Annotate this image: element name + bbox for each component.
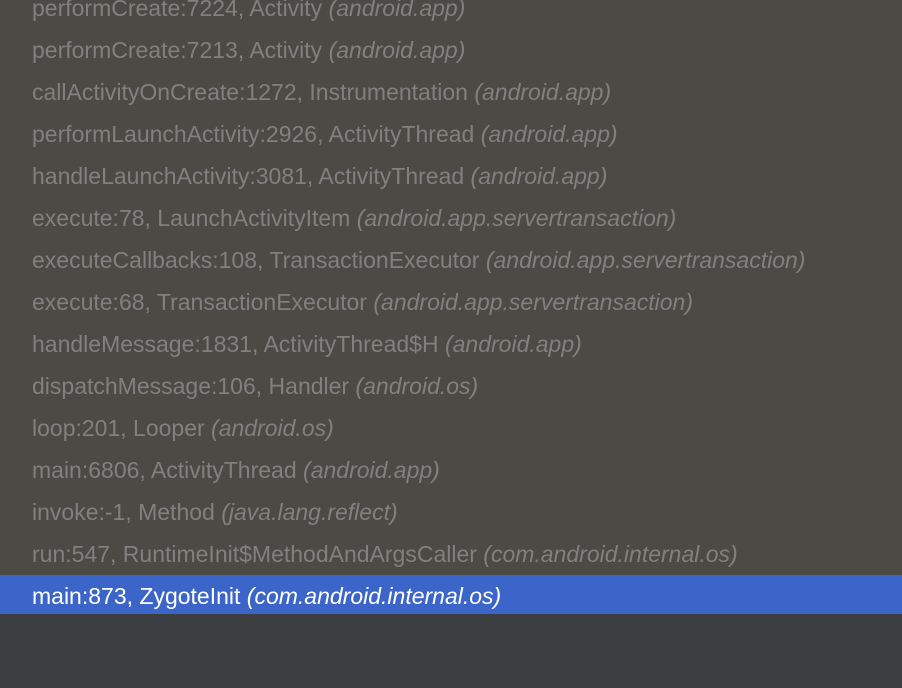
frame-method-label: execute:78, LaunchActivityItem: [32, 205, 351, 231]
stack-frame-row[interactable]: dispatchMessage:106, Handler (android.os…: [0, 365, 902, 407]
stack-frame-row[interactable]: executeCallbacks:108, TransactionExecuto…: [0, 239, 902, 281]
stack-frames-list[interactable]: performCreate:7224, Activity (android.ap…: [0, 0, 902, 617]
frame-package-label: (com.android.internal.os): [246, 583, 502, 609]
frame-method-label: performCreate:7224, Activity: [32, 0, 323, 21]
frame-package-label: (android.app.servertransaction): [373, 289, 693, 315]
frame-method-label: dispatchMessage:106, Handler: [32, 373, 350, 399]
stack-frame-row[interactable]: callActivityOnCreate:1272, Instrumentati…: [0, 71, 902, 113]
stack-frame-row[interactable]: run:547, RuntimeInit$MethodAndArgsCaller…: [0, 533, 902, 575]
frame-package-label: (android.app): [470, 163, 608, 189]
frame-method-label: main:6806, ActivityThread: [32, 457, 297, 483]
frame-method-label: callActivityOnCreate:1272, Instrumentati…: [32, 79, 468, 105]
frame-package-label: (android.app): [328, 37, 466, 63]
stack-frame-row[interactable]: performLaunchActivity:2926, ActivityThre…: [0, 113, 902, 155]
frames-panel: performCreate:7224, Activity (android.ap…: [0, 0, 902, 688]
frame-package-label: (android.app.servertransaction): [356, 205, 677, 231]
frame-package-label: (com.android.internal.os): [483, 541, 738, 567]
frame-package-label: (android.app): [474, 79, 612, 105]
frame-package-label: (android.app): [444, 331, 582, 357]
stack-frame-row[interactable]: execute:68, TransactionExecutor (android…: [0, 281, 902, 323]
stack-frame-row[interactable]: performCreate:7224, Activity (android.ap…: [0, 0, 902, 29]
frames-panel-empty-area: [0, 614, 902, 688]
frame-method-label: performCreate:7213, Activity: [32, 37, 323, 63]
frame-package-label: (java.lang.reflect): [221, 499, 398, 525]
stack-frame-row[interactable]: main:6806, ActivityThread (android.app): [0, 449, 902, 491]
frame-package-label: (android.app): [303, 457, 440, 483]
stack-frame-row[interactable]: handleMessage:1831, ActivityThread$H (an…: [0, 323, 902, 365]
stack-frame-row[interactable]: execute:78, LaunchActivityItem (android.…: [0, 197, 902, 239]
frame-method-label: loop:201, Looper: [32, 415, 205, 441]
frame-method-label: performLaunchActivity:2926, ActivityThre…: [32, 121, 475, 147]
frame-package-label: (android.app.servertransaction): [485, 247, 806, 273]
frame-package-label: (android.app): [480, 121, 618, 147]
stack-frame-row[interactable]: handleLaunchActivity:3081, ActivityThrea…: [0, 155, 902, 197]
stack-frame-row-selected[interactable]: main:873, ZygoteInit (com.android.intern…: [0, 575, 902, 617]
frame-package-label: (android.os): [355, 373, 479, 399]
stack-frame-row[interactable]: invoke:-1, Method (java.lang.reflect): [0, 491, 902, 533]
frame-package-label: (android.app): [328, 0, 466, 21]
stack-frame-row[interactable]: performCreate:7213, Activity (android.ap…: [0, 29, 902, 71]
frame-method-label: run:547, RuntimeInit$MethodAndArgsCaller: [32, 541, 477, 567]
frame-method-label: executeCallbacks:108, TransactionExecuto…: [32, 247, 480, 273]
frame-method-label: main:873, ZygoteInit: [32, 583, 241, 609]
frame-package-label: (android.os): [211, 415, 334, 441]
frame-method-label: invoke:-1, Method: [32, 499, 215, 525]
stack-frame-row[interactable]: loop:201, Looper (android.os): [0, 407, 902, 449]
frame-method-label: handleMessage:1831, ActivityThread$H: [32, 331, 439, 357]
frame-method-label: execute:68, TransactionExecutor: [32, 289, 367, 315]
frame-method-label: handleLaunchActivity:3081, ActivityThrea…: [32, 163, 465, 189]
